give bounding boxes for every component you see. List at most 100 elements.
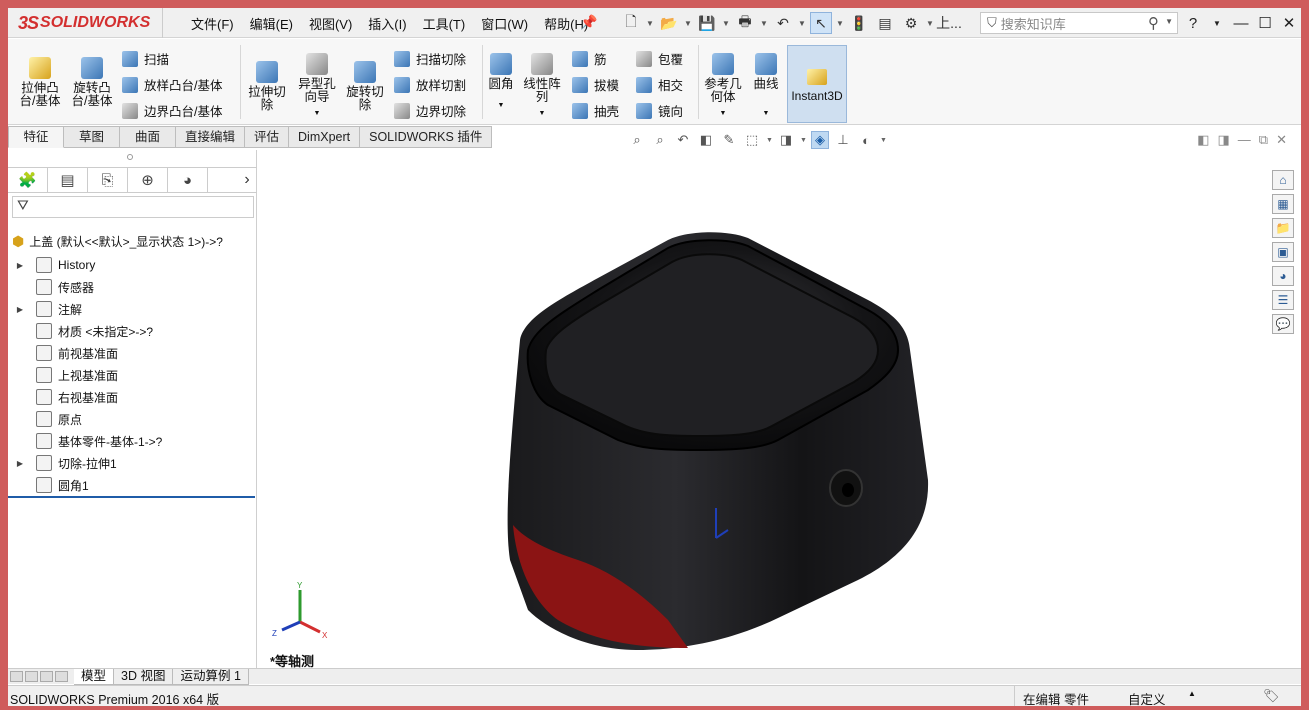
reference-triad[interactable]: Y X Z: [270, 580, 330, 640]
loft-button[interactable]: 放样凸台/基体: [122, 75, 222, 94]
pin-menu-icon[interactable]: 📌: [580, 14, 597, 31]
tab-dimxpert[interactable]: DimXpert: [289, 126, 361, 148]
tree-node-top-plane[interactable]: 上视基准面: [8, 364, 257, 386]
draft-button[interactable]: 拔模: [572, 75, 619, 94]
configuration-manager-tab-icon[interactable]: ⎘: [88, 168, 128, 192]
help-dropdown-icon[interactable]: ▼: [1205, 19, 1229, 28]
extrude-cut-button[interactable]: 拉伸切除: [246, 61, 288, 112]
tree-node-cut-extrude[interactable]: ▶ 切除-拉伸1: [8, 452, 257, 474]
lofted-cut-button[interactable]: 放样切割: [394, 75, 466, 94]
curves-button[interactable]: 曲线 ▼: [750, 53, 782, 120]
units-up-arrow-icon[interactable]: ▲: [1188, 689, 1196, 698]
solidworks-logo[interactable]: 3S SOLIDWORKS: [18, 8, 163, 38]
ref-geometry-dropdown-icon[interactable]: ▼: [702, 107, 744, 120]
tree-node-fillet[interactable]: 圆角1: [8, 474, 257, 496]
menu-view[interactable]: 视图(V): [301, 14, 360, 33]
tab-scroll-arrows[interactable]: [8, 671, 74, 682]
zoom-to-area-icon[interactable]: ⌕: [651, 131, 669, 149]
tab-features[interactable]: 特征: [8, 126, 64, 148]
expand-arrow-icon[interactable]: ▶: [12, 459, 28, 468]
tab-sketch[interactable]: 草图: [64, 126, 120, 148]
search-dropdown-icon[interactable]: ▼: [1165, 17, 1173, 26]
doc-minimize-icon[interactable]: —: [1238, 132, 1251, 148]
hole-wizard-dropdown-icon[interactable]: ▼: [296, 107, 338, 120]
menu-file[interactable]: 文件(F): [183, 14, 242, 33]
print-dropdown-icon[interactable]: ▼: [760, 19, 768, 28]
forum-icon[interactable]: 💬: [1272, 314, 1294, 334]
section-view-icon[interactable]: ◧: [697, 131, 715, 149]
linear-pattern-button[interactable]: 线性阵列 ▼: [522, 53, 562, 120]
boundary-cut-button[interactable]: 边界切除: [394, 101, 466, 120]
instant3d-button[interactable]: Instant3D: [787, 45, 847, 123]
rebuild-traffic-light-icon[interactable]: 🚦: [848, 12, 870, 34]
status-units[interactable]: 自定义: [1128, 689, 1166, 708]
undo-dropdown-icon[interactable]: ▼: [798, 19, 806, 28]
menu-window[interactable]: 窗口(W): [473, 14, 536, 33]
display-style-dropdown-icon[interactable]: ▼: [800, 137, 807, 144]
display-manager-tab-icon[interactable]: ◕: [168, 168, 208, 192]
doc-restore-left-icon[interactable]: ◧: [1197, 132, 1209, 148]
tree-node-right-plane[interactable]: 右视基准面: [8, 386, 257, 408]
fillet-dropdown-icon[interactable]: ▼: [486, 99, 516, 112]
tree-node-origin[interactable]: 原点: [8, 408, 257, 430]
tab-direct-editing[interactable]: 直接编辑: [176, 126, 246, 148]
tree-node-history[interactable]: ▶ History: [8, 254, 257, 276]
dynamic-annotation-icon[interactable]: ✎: [720, 131, 738, 149]
appearance-dropdown-icon[interactable]: ▼: [880, 137, 887, 144]
tab-3d-views[interactable]: 3D 视图: [114, 668, 174, 685]
curves-dropdown-icon[interactable]: ▼: [750, 107, 782, 120]
tree-node-front-plane[interactable]: 前视基准面: [8, 342, 257, 364]
doc-close-icon[interactable]: ✕: [1276, 132, 1287, 148]
task-pane-home-icon[interactable]: ⌂: [1272, 170, 1294, 190]
tab-model[interactable]: 模型: [74, 668, 115, 685]
menu-tools[interactable]: 工具(T): [415, 14, 474, 33]
save-dropdown-icon[interactable]: ▼: [722, 19, 730, 28]
tree-root-part[interactable]: ⬢ 上盖 (默认<<默认>_显示状态 1>)->?: [12, 232, 223, 250]
zoom-to-fit-icon[interactable]: ⌕: [628, 131, 646, 149]
tree-node-material[interactable]: 材质 <未指定>->?: [8, 320, 257, 342]
search-knowledge-base-input[interactable]: ⛉ 搜索知识库 ⚲ ▼: [980, 12, 1178, 34]
file-properties-icon[interactable]: ▤: [874, 12, 896, 34]
tree-node-annotations[interactable]: ▶ 注解: [8, 298, 257, 320]
view-orientation-dropdown-icon[interactable]: ▼: [766, 137, 773, 144]
print-icon[interactable]: 🖶: [734, 12, 756, 34]
expand-arrow-icon[interactable]: ▶: [12, 261, 28, 270]
view-palette-icon[interactable]: ▣: [1272, 242, 1294, 262]
new-document-icon[interactable]: 🗋: [620, 12, 642, 34]
custom-properties-icon[interactable]: ☰: [1272, 290, 1294, 310]
appearances-icon[interactable]: ◕: [1272, 266, 1294, 286]
doc-maximize-icon[interactable]: ⧉: [1259, 132, 1268, 148]
feature-tree-tab-icon[interactable]: 🧩: [8, 168, 48, 192]
options-gear-icon[interactable]: ⚙: [900, 12, 922, 34]
graphics-viewport[interactable]: [258, 150, 1272, 668]
tab-evaluate[interactable]: 评估: [245, 126, 290, 148]
menu-insert[interactable]: 插入(I): [360, 14, 414, 33]
select-pointer-icon[interactable]: ↖: [810, 12, 832, 34]
quick-access-overflow[interactable]: 上...: [936, 12, 962, 34]
close-button[interactable]: ✕: [1277, 14, 1301, 32]
edit-appearance-icon[interactable]: ◐: [857, 131, 875, 149]
swept-cut-button[interactable]: 扫描切除: [394, 49, 466, 68]
search-icon[interactable]: ⚲: [1148, 14, 1159, 32]
undo-icon[interactable]: ↶: [772, 12, 794, 34]
tab-motion-study[interactable]: 运动算例 1: [173, 668, 249, 685]
design-library-icon[interactable]: ▦: [1272, 194, 1294, 214]
rollback-bar[interactable]: [8, 496, 255, 498]
view-orientation-icon[interactable]: ⬚: [743, 131, 761, 149]
maximize-button[interactable]: ☐: [1253, 14, 1277, 32]
save-icon[interactable]: 💾: [696, 12, 718, 34]
panel-grip-handle[interactable]: [127, 154, 133, 160]
intersect-button[interactable]: 相交: [636, 75, 683, 94]
menu-edit[interactable]: 编辑(E): [242, 14, 301, 33]
tab-surfaces[interactable]: 曲面: [120, 126, 176, 148]
new-dropdown-icon[interactable]: ▼: [646, 19, 654, 28]
expand-arrow-icon[interactable]: ▶: [12, 305, 28, 314]
shell-button[interactable]: 抽壳: [572, 101, 619, 120]
mirror-button[interactable]: 镜向: [636, 101, 683, 120]
boundary-boss-button[interactable]: 边界凸台/基体: [122, 101, 222, 120]
linear-pattern-dropdown-icon[interactable]: ▼: [522, 107, 562, 120]
part-model-render[interactable]: [258, 150, 1272, 668]
open-folder-icon[interactable]: 📂: [658, 12, 680, 34]
wrap-button[interactable]: 包覆: [636, 49, 683, 68]
tree-filter-input[interactable]: ⛛: [12, 196, 254, 218]
